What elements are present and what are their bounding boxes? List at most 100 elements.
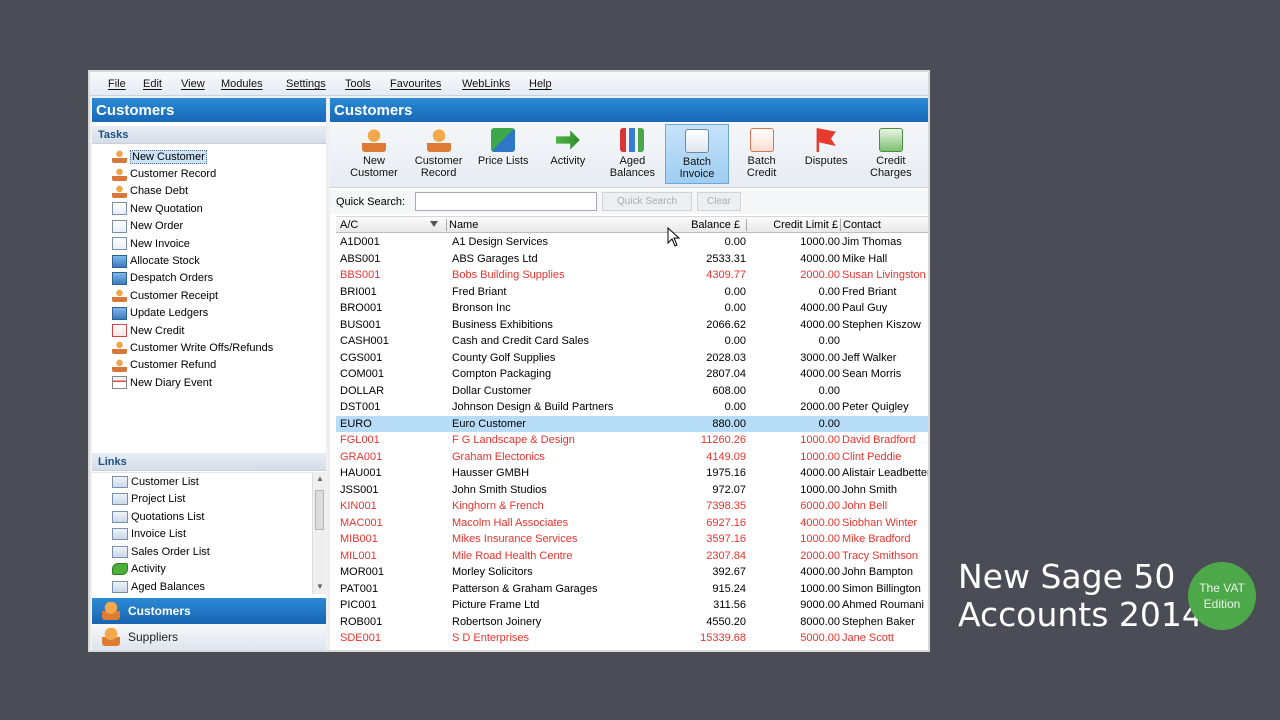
table-row[interactable]: PIC001 Picture Frame Ltd 311.56 9000.00 Ahme… [336,597,928,614]
cell-balance: 7398.35 [706,500,746,512]
tasks-header[interactable]: Tasks [92,126,326,144]
table-row[interactable]: FGL001 F G Landscape & Design 11260.26 1000… [336,432,928,449]
cell-name: Macolm Hall Associates [452,516,569,529]
cell-ac: HAU001 [340,467,382,479]
toolbar-disputes-button[interactable]: Disputes [794,124,858,184]
task-chase-debt[interactable]: Chase Debt [112,183,326,200]
clear-button[interactable]: Clear [697,192,741,211]
menu-tools[interactable]: Tools [345,78,371,90]
task-new-invoice[interactable]: New Invoice [112,235,326,252]
link-customer-list[interactable]: Customer List [92,473,326,491]
links-header[interactable]: Links [92,453,326,471]
toolbar-batch-credit-button[interactable]: Batch Credit [730,124,794,184]
cell-name: Compton Packaging [452,368,552,380]
cell-name: A1 Design Services [452,236,548,248]
table-row[interactable]: KIN001 Kinghorn & French 7398.35 6000.00 Joh… [336,498,928,515]
link-aged-balances[interactable]: Aged Balances [92,578,326,594]
scroll-up-icon[interactable]: ▲ [313,472,327,486]
table-row[interactable]: PAT001 Patterson & Graham Garages 915.24 10… [336,581,928,598]
toolbar-activity-button[interactable]: Activity [536,124,600,184]
nav-customers-button[interactable]: Customers [92,598,326,624]
table-row[interactable]: MOR001 Morley Solicitors 392.67 4000.00 John… [336,564,928,581]
link-quotations-list[interactable]: Quotations List [92,508,326,526]
cell-name: Dollar Customer [452,384,532,397]
cell-balance: 0.00 [724,401,746,413]
table-row[interactable]: DOLLAR Dollar Customer 608.00 0.00 [336,383,928,400]
disputes-icon [816,128,836,152]
column-header-ac[interactable]: A/C [340,219,358,231]
table-row[interactable]: SDE001 S D Enterprises 15339.68 5000.00 Jane… [336,630,928,647]
nav-suppliers-button[interactable]: Suppliers [92,624,326,650]
table-row[interactable]: MIB001 Mikes Insurance Services 3597.16 100… [336,531,928,548]
toolbar-customer-record-button[interactable]: Customer Record [407,124,471,184]
cell-ac: BUS001 [340,318,381,331]
task-label: Customer Receipt [130,289,219,302]
table-row[interactable]: BBS001 Bobs Building Supplies 4309.77 2000.… [336,267,928,284]
task-new-diary-event[interactable]: New Diary Event [112,374,326,391]
table-row[interactable]: BUS001 Business Exhibitions 2066.62 4000.00… [336,317,928,334]
task-new-customer[interactable]: New Customer [112,148,326,165]
table-row[interactable]: ROB001 Robertson Joinery 4550.20 8000.00 Ste… [336,614,928,631]
scroll-thumb[interactable] [315,490,324,530]
task-allocate-stock[interactable]: Allocate Stock [112,252,326,269]
table-row[interactable]: MIL001 Mile Road Health Centre 2307.84 2000… [336,548,928,565]
menu-modules[interactable]: Modules [221,78,263,90]
nav-suppliers-label: Suppliers [128,630,179,644]
link-activity[interactable]: Activity [92,561,326,579]
menu-weblinks[interactable]: WebLinks [462,78,510,90]
table-row[interactable]: DST001 Johnson Design & Build Partners 0.0… [336,399,928,416]
task-customer-receipt[interactable]: Customer Receipt [112,287,326,304]
menu-edit[interactable]: Edit [143,78,162,90]
menu-favourites[interactable]: Favourites [390,78,441,90]
table-row[interactable]: EURO Euro Customer 880.00 0.00 [336,415,928,432]
batch-credit-icon [749,128,774,152]
table-row[interactable]: CGS001 County Golf Supplies 2028.03 3000.00… [336,350,928,367]
link-invoice-list[interactable]: Invoice List [92,526,326,544]
table-row[interactable]: BRI001 Fred Briant 0.00 0.00 Fred Briant [336,284,928,301]
menu-bar: File Edit View Modules Settings Tools Favourit… [90,72,928,96]
task-new-order[interactable]: New Order [112,218,326,235]
table-row[interactable]: BRO001 Bronson Inc 0.00 4000.00 Paul Guy [336,300,928,317]
task-customer-refund[interactable]: Customer Refund [112,357,326,374]
toolbar-new-customer-button[interactable]: New Customer [342,124,406,184]
column-header-contact[interactable]: Contact [840,219,881,231]
toolbar-price-lists-button[interactable]: Price Lists [471,124,535,184]
task-new-quotation[interactable]: New Quotation [112,200,326,217]
table-row[interactable]: ABS001 ABS Garages Ltd 2533.31 4000.00 Mike … [336,251,928,268]
link-sales-order-list[interactable]: Sales Order List [92,543,326,561]
task-label: New Order [130,220,184,233]
scroll-down-icon[interactable]: ▼ [313,580,327,594]
menu-view[interactable]: View [181,78,205,90]
table-row[interactable]: COM001 Compton Packaging 2807.04 4000.00 Sea… [336,366,928,383]
links-scrollbar[interactable]: ▲ ▼ [312,472,326,594]
table-row[interactable]: A1D001 A1 Design Services 0.00 1000.00 Jim T… [336,234,928,251]
quick-search-button[interactable]: Quick Search [602,192,692,211]
menu-settings[interactable]: Settings [286,78,326,90]
column-header-name[interactable]: Name [446,219,478,231]
table-row[interactable]: CASH001 Cash and Credit Card Sales 0.00 0.0… [336,333,928,350]
task-customer-write-offs-refunds[interactable]: Customer Write Offs/Refunds [112,339,326,356]
cell-balance: 3597.16 [706,533,746,545]
menu-help[interactable]: Help [529,78,552,90]
toolbar-credit-charges-button[interactable]: Credit Charges [859,124,923,184]
cell-name: Patterson & Graham Garages [452,582,598,595]
toolbar-batch-invoice-button[interactable]: Batch Invoice [665,124,729,184]
cell-name: Johnson Design & Build Partners [452,401,614,413]
table-row[interactable]: JSS001 John Smith Studios 972.07 1000.00 Joh… [336,482,928,499]
table-row[interactable]: HAU001 Hausser GMBH 1975.16 4000.00 Alistair… [336,465,928,482]
task-customer-record[interactable]: Customer Record [112,165,326,182]
table-row[interactable]: MAC001 Macolm Hall Associates 6927.16 4000.… [336,515,928,532]
cell-balance: 311.56 [713,599,746,611]
cell-contact: Jim Thomas [842,236,902,248]
task-despatch-orders[interactable]: Despatch Orders [112,270,326,287]
link-project-list[interactable]: Project List [92,491,326,509]
quick-search-input[interactable] [415,192,597,211]
cell-contact: John Bampton [842,566,913,578]
table-row[interactable]: GRA001 Graham Electonics 4149.09 1000.00 Cli… [336,449,928,466]
task-update-ledgers[interactable]: Update Ledgers [112,305,326,322]
toolbar-aged-balances-button[interactable]: Aged Balances [600,124,664,184]
task-new-credit[interactable]: New Credit [112,322,326,339]
menu-file[interactable]: File [108,78,126,90]
quick-search-bar: Quick Search: Quick Search Clear [330,190,928,214]
column-header-credit-limit[interactable]: Credit Limit £ [746,219,840,231]
